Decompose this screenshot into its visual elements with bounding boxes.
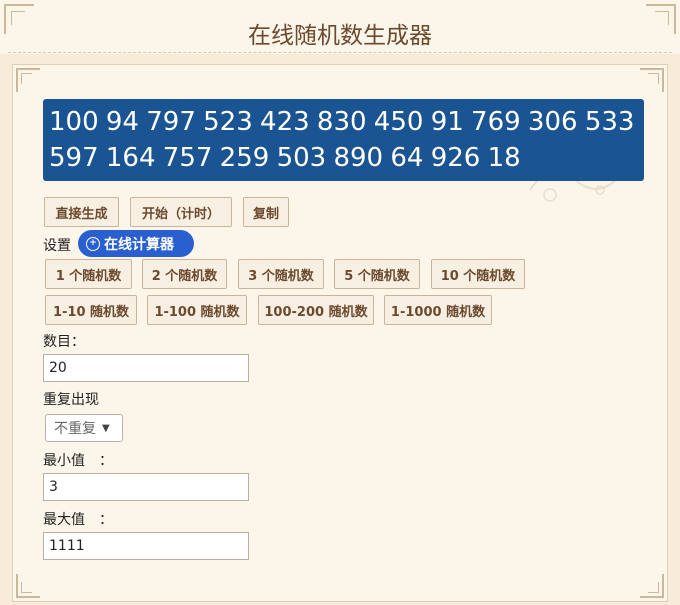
- repeat-label: 重复出现: [43, 392, 99, 408]
- chevron-down-icon: ▼: [102, 422, 110, 434]
- preset-3-numbers-button[interactable]: 3 个随机数: [238, 259, 324, 289]
- preset-range-1-10-button[interactable]: 1-10 随机数: [45, 295, 137, 325]
- count-input[interactable]: 20: [43, 354, 249, 382]
- divider: [8, 52, 672, 53]
- preset-5-numbers-button[interactable]: 5 个随机数: [334, 259, 420, 289]
- online-calculator-button[interactable]: + 在线计算器: [78, 230, 194, 257]
- preset-10-numbers-button[interactable]: 10 个随机数: [431, 259, 525, 289]
- page-header: 在线随机数生成器: [0, 0, 680, 54]
- generate-button[interactable]: 直接生成: [44, 197, 119, 227]
- corner-ornament: [638, 572, 664, 598]
- corner-ornament: [16, 68, 42, 94]
- max-label: 最大值 ：: [43, 512, 113, 528]
- preset-range-1-100-button[interactable]: 1-100 随机数: [147, 295, 247, 325]
- plus-circle-icon: +: [86, 236, 100, 251]
- min-input[interactable]: 3: [43, 473, 249, 501]
- preset-range-100-200-button[interactable]: 100-200 随机数: [258, 295, 374, 325]
- preset-range-1-1000-button[interactable]: 1-1000 随机数: [384, 295, 492, 325]
- preset-2-numbers-button[interactable]: 2 个随机数: [142, 259, 227, 289]
- online-calculator-label: 在线计算器: [104, 236, 174, 253]
- max-input[interactable]: 1111: [43, 532, 249, 560]
- page-title: 在线随机数生成器: [248, 23, 432, 49]
- count-label: 数目：: [43, 334, 85, 350]
- repeat-select-value: 不重复: [54, 421, 96, 437]
- settings-label: 设置: [43, 238, 71, 254]
- corner-ornament: [16, 572, 42, 598]
- corner-ornament: [638, 68, 664, 94]
- min-label: 最小值 ：: [43, 453, 113, 469]
- random-output-display: 100 94 797 523 423 830 450 91 769 306 53…: [43, 99, 644, 181]
- start-timed-button[interactable]: 开始（计时）: [130, 197, 232, 227]
- repeat-select[interactable]: 不重复 ▼: [45, 414, 123, 442]
- preset-1-number-button[interactable]: 1 个随机数: [45, 259, 132, 289]
- copy-button[interactable]: 复制: [243, 197, 289, 227]
